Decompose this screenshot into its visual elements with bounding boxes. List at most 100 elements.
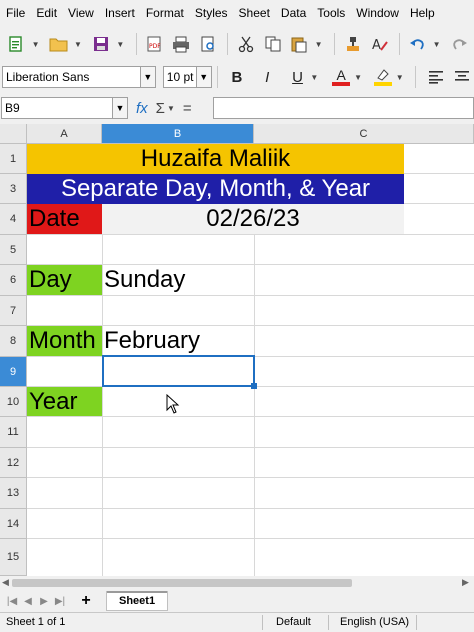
row-header-3[interactable]: 3 xyxy=(0,174,27,204)
month-label-cell[interactable]: Month xyxy=(27,326,102,356)
row-header-8[interactable]: 8 xyxy=(0,326,27,357)
underline-label: U xyxy=(292,68,303,86)
row-header-11[interactable]: 11 xyxy=(0,417,27,448)
horizontal-scrollbar[interactable]: ◀ ▶ xyxy=(0,576,474,590)
row-header-1[interactable]: 1 xyxy=(0,144,27,174)
scroll-right-icon[interactable]: ▶ xyxy=(462,577,469,588)
align-left-icon[interactable] xyxy=(423,65,447,89)
function-wizard-icon[interactable]: fx xyxy=(136,100,148,117)
row-header-13[interactable]: 13 xyxy=(0,478,27,509)
chevron-down-icon[interactable]: ▼ xyxy=(112,98,127,118)
name-box[interactable]: B9 ▼ xyxy=(1,97,128,119)
column-header-a[interactable]: A xyxy=(27,124,102,144)
menu-format[interactable]: Format xyxy=(146,6,184,20)
font-name-box[interactable]: Liberation Sans ▼ xyxy=(2,66,156,88)
row-header-5[interactable]: 5 xyxy=(0,235,27,265)
chevron-down-icon[interactable]: ▼ xyxy=(310,73,319,82)
page-style-status[interactable]: Default xyxy=(276,616,311,628)
align-center-icon[interactable] xyxy=(450,65,474,89)
select-all-corner[interactable] xyxy=(0,124,27,144)
chevron-down-icon[interactable]: ▼ xyxy=(432,40,442,49)
cut-icon[interactable] xyxy=(233,31,258,57)
chevron-down-icon[interactable]: ▼ xyxy=(167,104,175,113)
add-sheet-button[interactable]: + xyxy=(78,592,94,610)
row-header-14[interactable]: 14 xyxy=(0,509,27,539)
row-header-6[interactable]: 6 xyxy=(0,265,27,296)
first-sheet-icon[interactable]: |◀ xyxy=(4,596,20,607)
font-color-label: A xyxy=(336,67,346,83)
font-size-box[interactable]: 10 pt ▼ xyxy=(162,66,212,88)
chevron-down-icon[interactable]: ▼ xyxy=(139,67,155,87)
menu-tools[interactable]: Tools xyxy=(317,6,345,20)
chevron-down-icon[interactable]: ▼ xyxy=(116,40,126,49)
print-icon[interactable] xyxy=(169,31,194,57)
row-header-7[interactable]: 7 xyxy=(0,296,27,326)
sheet-tab-sheet1[interactable]: Sheet1 xyxy=(106,591,169,611)
next-sheet-icon[interactable]: ▶ xyxy=(36,596,52,607)
redo-icon[interactable] xyxy=(447,31,472,57)
column-header-b[interactable]: B xyxy=(102,124,254,144)
menu-help[interactable]: Help xyxy=(410,6,435,20)
toolbar-separator xyxy=(334,33,336,55)
underline-button[interactable]: U xyxy=(285,65,309,89)
sum-icon[interactable]: Σ xyxy=(156,100,165,117)
highlight-color-icon[interactable] xyxy=(371,65,395,89)
mouse-pointer-icon xyxy=(166,393,180,419)
scroll-left-icon[interactable]: ◀ xyxy=(2,577,9,588)
last-sheet-icon[interactable]: ▶| xyxy=(52,596,68,607)
date-label-cell[interactable]: Date xyxy=(27,204,102,234)
date-value-cell[interactable]: 02/26/23 xyxy=(102,204,404,234)
spreadsheet-grid[interactable]: A B C 1 3 4 5 6 7 8 9 10 11 12 13 14 15 … xyxy=(0,124,474,576)
copy-icon[interactable] xyxy=(260,31,285,57)
prev-sheet-icon[interactable]: ◀ xyxy=(20,596,36,607)
italic-button[interactable]: I xyxy=(255,65,279,89)
menu-window[interactable]: Window xyxy=(356,6,399,20)
new-document-icon[interactable] xyxy=(4,31,29,57)
menu-view[interactable]: View xyxy=(68,6,94,20)
status-divider xyxy=(416,615,417,630)
fill-handle[interactable] xyxy=(251,383,257,389)
chevron-down-icon[interactable]: ▼ xyxy=(314,40,324,49)
menu-insert[interactable]: Insert xyxy=(105,6,135,20)
export-pdf-icon[interactable]: PDF xyxy=(142,31,167,57)
language-status[interactable]: English (USA) xyxy=(340,616,409,628)
menu-styles[interactable]: Styles xyxy=(195,6,228,20)
column-header-c[interactable]: C xyxy=(254,124,474,144)
day-value-cell[interactable]: Sunday xyxy=(102,265,254,295)
row-header-4[interactable]: 4 xyxy=(0,204,27,235)
menu-sheet[interactable]: Sheet xyxy=(239,6,270,20)
print-preview-icon[interactable] xyxy=(196,31,221,57)
clone-formatting-icon[interactable] xyxy=(340,31,365,57)
chevron-down-icon[interactable]: ▼ xyxy=(31,40,41,49)
scrollbar-thumb[interactable] xyxy=(12,579,352,587)
chevron-down-icon[interactable]: ▼ xyxy=(395,73,404,82)
row-header-15[interactable]: 15 xyxy=(0,539,27,576)
row-header-12[interactable]: 12 xyxy=(0,448,27,478)
formula-input[interactable] xyxy=(213,97,474,119)
open-folder-icon[interactable] xyxy=(46,31,71,57)
clear-formatting-icon[interactable]: A xyxy=(367,31,392,57)
menu-data[interactable]: Data xyxy=(281,6,306,20)
toolbar-separator xyxy=(216,66,218,88)
menu-file[interactable]: File xyxy=(6,6,25,20)
row-header-9[interactable]: 9 xyxy=(0,357,27,387)
cell-selection-b9[interactable] xyxy=(102,355,255,387)
chevron-down-icon[interactable]: ▼ xyxy=(353,73,362,82)
title-cell[interactable]: Huzaifa Maliik xyxy=(27,144,404,174)
formula-buttons: fx Σ ▼ = xyxy=(136,97,212,119)
font-size-value: 10 pt xyxy=(166,70,194,84)
save-icon[interactable] xyxy=(89,31,114,57)
font-color-icon[interactable]: A xyxy=(329,65,353,89)
chevron-down-icon[interactable]: ▼ xyxy=(73,40,83,49)
row-header-10[interactable]: 10 xyxy=(0,387,27,417)
month-value-cell[interactable]: February xyxy=(102,326,254,356)
day-label-cell[interactable]: Day xyxy=(27,265,102,295)
year-label-cell[interactable]: Year xyxy=(27,387,102,416)
undo-icon[interactable] xyxy=(405,31,430,57)
paste-icon[interactable] xyxy=(287,31,312,57)
subtitle-cell[interactable]: Separate Day, Month, & Year xyxy=(27,174,404,204)
formula-equals-icon[interactable]: = xyxy=(183,100,192,117)
bold-button[interactable]: B xyxy=(225,65,249,89)
chevron-down-icon[interactable]: ▼ xyxy=(195,67,211,87)
menu-edit[interactable]: Edit xyxy=(36,6,57,20)
